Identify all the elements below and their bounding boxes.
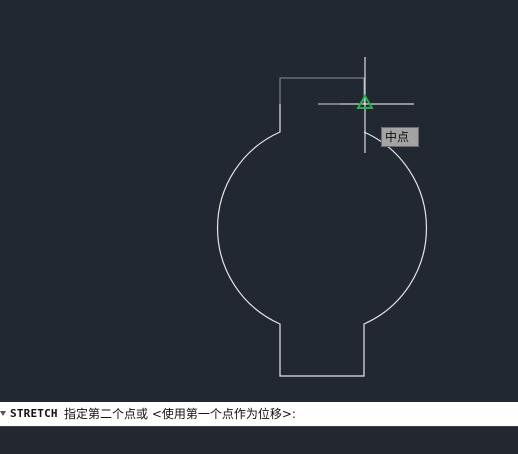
stretch-preview-outline <box>279 77 365 104</box>
command-input-bar[interactable] <box>0 426 518 454</box>
drawing-canvas[interactable]: 中点 <box>0 0 518 400</box>
caret-down-icon[interactable] <box>0 411 6 416</box>
command-name: STRETCH <box>10 407 58 420</box>
snap-tooltip: 中点 <box>381 127 419 147</box>
command-prompt: 指定第二个点或 <使用第一个点作为位移>: <box>64 407 296 421</box>
command-line[interactable]: STRETCH 指定第二个点或 <使用第一个点作为位移>: <box>0 402 518 426</box>
drawing-svg[interactable] <box>0 0 518 400</box>
